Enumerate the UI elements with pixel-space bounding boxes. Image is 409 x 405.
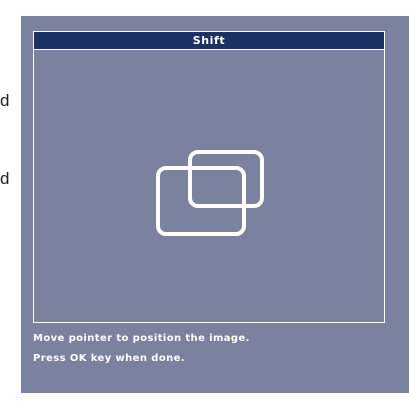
front-window-shape bbox=[156, 166, 246, 236]
page: d d Shift Move pointer to position the i… bbox=[0, 0, 409, 405]
instruction-line-1: Move pointer to position the image. bbox=[33, 333, 250, 344]
background-text-fragment: d bbox=[0, 169, 10, 188]
shift-osd-panel: Shift Move pointer to position the image… bbox=[21, 16, 409, 393]
back-window-shape bbox=[188, 150, 264, 208]
background-text-fragment: d bbox=[0, 91, 10, 110]
image-area-frame: Shift bbox=[33, 31, 385, 323]
shift-windows-icon bbox=[156, 150, 264, 236]
instruction-line-2: Press OK key when done. bbox=[33, 353, 185, 364]
osd-title: Shift bbox=[34, 32, 384, 50]
